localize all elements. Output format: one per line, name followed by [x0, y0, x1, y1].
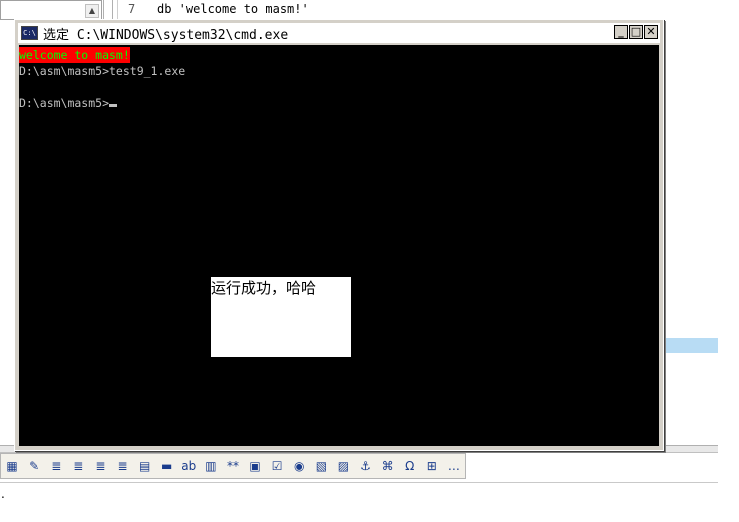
hidden-field-icon: ▣: [249, 459, 261, 473]
console-line-selected: welcome to masm!: [19, 47, 130, 63]
toolbar-button-password[interactable]: **: [222, 455, 244, 477]
toolbar-button-align-right[interactable]: ≣: [89, 455, 111, 477]
scroll-up-button[interactable]: ▲: [85, 4, 99, 18]
toolbar-button-form[interactable]: ▤: [134, 455, 156, 477]
properties-marker: .: [1, 487, 5, 501]
toolbar-button-checkbox[interactable]: ☑: [266, 455, 288, 477]
minimize-button[interactable]: _: [614, 25, 628, 39]
toolbar-button-hidden-field[interactable]: ▣: [244, 455, 266, 477]
toolbar-button-special-char[interactable]: Ω: [399, 455, 421, 477]
toolbar-button-anchor[interactable]: ⚓: [355, 455, 377, 477]
toolbar-button-hr[interactable]: ▬: [156, 455, 178, 477]
radio-icon: ◉: [294, 459, 305, 473]
toolbar-button-textfield[interactable]: ab: [178, 455, 200, 477]
toolbar-button-align-left[interactable]: ≣: [45, 455, 67, 477]
console-prompt: D:\asm\masm5>: [19, 95, 118, 111]
edit-icon: ✎: [29, 459, 40, 473]
message-box: 运行成功，哈哈: [211, 277, 351, 357]
file-list-pane: ▲: [0, 0, 102, 20]
hr-icon: ▬: [161, 459, 173, 473]
toolbar-button-justify[interactable]: ≣: [111, 455, 133, 477]
justify-icon: ≣: [117, 459, 128, 473]
more-icon: …: [447, 459, 460, 473]
textarea-icon: ▥: [205, 459, 217, 473]
cmd-titlebar[interactable]: C:\ 选定 C:\WINDOWS\system32\cmd.exe _ □ ✕: [18, 23, 660, 43]
close-button[interactable]: ✕: [644, 25, 658, 39]
message-text: 运行成功，哈哈: [211, 279, 317, 297]
checkbox-icon: ☑: [271, 459, 283, 473]
console-line: D:\asm\masm5>test9_1.exe: [19, 64, 186, 78]
textfield-icon: ab: [181, 459, 197, 473]
toolbar-button-image[interactable]: ▨: [332, 455, 354, 477]
text-cursor: [109, 104, 118, 107]
script-icon: ⌘: [381, 459, 394, 473]
window-title: 选定 C:\WINDOWS\system32\cmd.exe: [43, 27, 289, 43]
editor-bottom-area: ▦ ✎ ≣ ≣ ≣ ≣ ▤ ▬ ab ▥ ** ▣ ☑ ◉ ▧ ▨ ⚓ ⌘ Ω ⊞ … .: [0, 445, 739, 522]
toolbar-button-image-button[interactable]: ▧: [310, 455, 332, 477]
line-number: 7: [128, 2, 136, 16]
toolbar-button-textarea[interactable]: ▥: [200, 455, 222, 477]
align-center-icon: ≣: [73, 459, 84, 473]
toolbar-button-table[interactable]: ▦: [1, 455, 23, 477]
prompt-text: D:\asm\masm5>: [19, 96, 110, 110]
toolbar-button-align-center[interactable]: ≣: [67, 455, 89, 477]
insert-toolbar: ▦ ✎ ≣ ≣ ≣ ≣ ▤ ▬ ab ▥ ** ▣ ☑ ◉ ▧ ▨ ⚓ ⌘ Ω ⊞ …: [0, 453, 466, 479]
selection-highlight: [666, 338, 718, 353]
image-icon: ▨: [337, 459, 350, 473]
window-controls: _ □ ✕: [614, 25, 658, 39]
image-button-icon: ▧: [315, 459, 328, 473]
plugin-icon: ⊞: [426, 459, 437, 473]
form-icon: ▤: [138, 459, 151, 473]
maximize-button[interactable]: □: [629, 25, 643, 39]
align-right-icon: ≣: [95, 459, 106, 473]
console-output[interactable]: welcome to masm! D:\asm\masm5>test9_1.ex…: [19, 45, 659, 446]
toolbar-button-script[interactable]: ⌘: [377, 455, 399, 477]
toolbar-button-radio[interactable]: ◉: [288, 455, 310, 477]
properties-panel: [0, 482, 718, 513]
code-line[interactable]: db 'welcome to masm!': [157, 2, 309, 16]
toolbar-button-edit[interactable]: ✎: [23, 455, 45, 477]
align-left-icon: ≣: [51, 459, 62, 473]
toolbar-button-plugin[interactable]: ⊞: [421, 455, 443, 477]
anchor-icon: ⚓: [360, 459, 371, 473]
cmd-window: C:\ 选定 C:\WINDOWS\system32\cmd.exe _ □ ✕…: [14, 19, 664, 451]
special-char-icon: Ω: [405, 459, 415, 473]
password-icon: **: [226, 459, 239, 473]
toolbar-button-more[interactable]: …: [443, 455, 465, 477]
table-icon: ▦: [6, 459, 18, 473]
cmd-app-icon[interactable]: C:\: [21, 26, 38, 40]
